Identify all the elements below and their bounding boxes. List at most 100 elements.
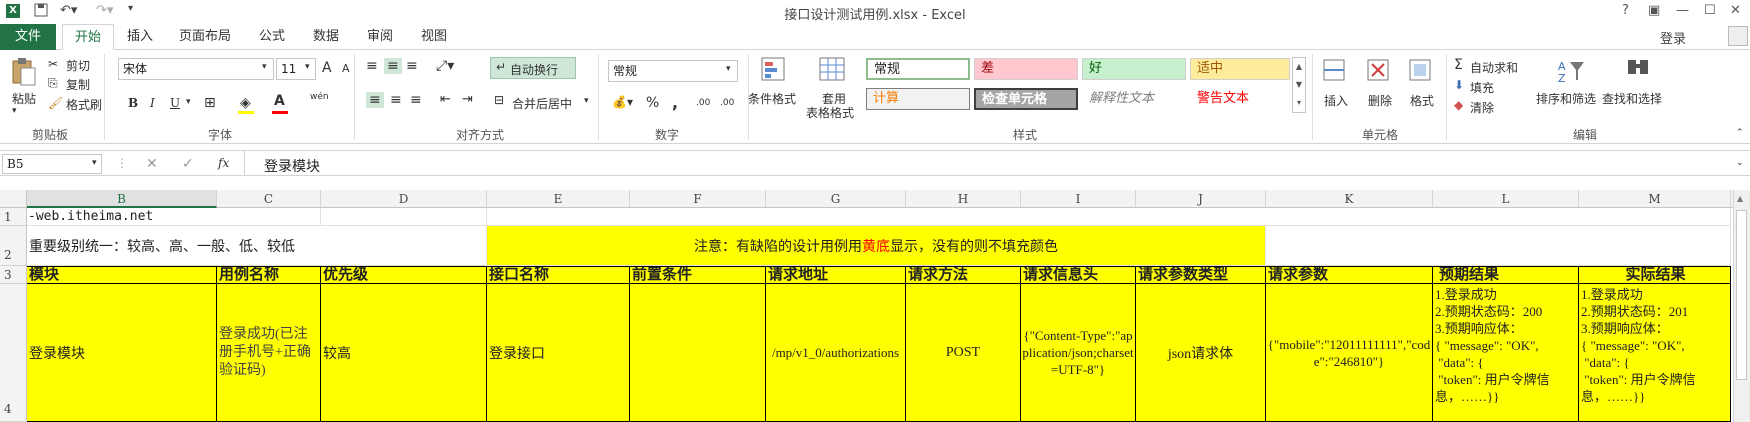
chevron-down-icon[interactable]: ▾: [92, 158, 97, 168]
find-select-button[interactable]: 查找和选择: [1602, 90, 1662, 107]
align-center-icon[interactable]: ≡: [390, 92, 402, 108]
column-header-c[interactable]: C: [217, 190, 321, 208]
cell-precondition[interactable]: [630, 284, 766, 422]
row-header-4[interactable]: 4: [0, 284, 27, 422]
row-2-empty-cells[interactable]: [1266, 226, 1731, 266]
copy-button[interactable]: 复制: [66, 76, 90, 93]
tab-formulas[interactable]: 公式: [250, 24, 294, 50]
align-middle-icon[interactable]: ≡: [384, 58, 402, 74]
row-header-3[interactable]: 3: [0, 266, 27, 284]
cell-request-headers[interactable]: {"Content-Type":"application/json;charse…: [1021, 284, 1136, 422]
cell-b1[interactable]: -web.itheima.net: [27, 208, 217, 226]
border-icon[interactable]: ⊞: [204, 95, 216, 111]
format-cells-icon[interactable]: [1408, 56, 1434, 84]
column-header-j[interactable]: J: [1136, 190, 1266, 208]
column-header-f[interactable]: F: [630, 190, 766, 208]
cell-method[interactable]: POST: [906, 284, 1021, 422]
grow-font-button[interactable]: A: [322, 60, 332, 76]
style-explanatory[interactable]: 解释性文本: [1082, 88, 1186, 110]
expand-formula-icon[interactable]: ⌄: [1736, 158, 1744, 168]
decrease-indent-icon[interactable]: ⇤: [440, 92, 451, 107]
cell-actual[interactable]: 1.登录成功 2.预期状态码：201 3.预期响应体： { "message":…: [1579, 284, 1731, 422]
styles-gallery-scroll[interactable]: ▲ ▼ ▾: [1292, 57, 1306, 113]
name-box[interactable]: B5: [2, 154, 102, 174]
style-bad[interactable]: 差: [974, 58, 1078, 80]
cell-d1[interactable]: [321, 208, 487, 226]
column-header-k[interactable]: K: [1266, 190, 1433, 208]
style-normal[interactable]: 常规: [866, 58, 970, 80]
fill-button[interactable]: 填充: [1470, 79, 1494, 96]
ribbon-display-icon[interactable]: ▣: [1648, 3, 1660, 18]
clear-button[interactable]: 清除: [1470, 99, 1494, 116]
sign-in-link[interactable]: 登录: [1660, 28, 1686, 47]
merge-center-button[interactable]: 合并后居中: [512, 95, 572, 112]
minimize-icon[interactable]: —: [1676, 3, 1689, 18]
column-header-b[interactable]: B: [27, 190, 217, 208]
cancel-icon[interactable]: ✕: [146, 156, 158, 172]
insert-cells-button[interactable]: 插入: [1324, 92, 1348, 109]
font-name-select[interactable]: 宋体: [118, 58, 274, 80]
chevron-down-icon[interactable]: ▾: [584, 96, 589, 106]
header-module[interactable]: 模块: [27, 266, 217, 284]
phonetic-guide-icon[interactable]: wén: [310, 92, 329, 102]
style-check-cell[interactable]: 检查单元格: [974, 88, 1078, 110]
style-neutral[interactable]: 适中: [1190, 58, 1290, 80]
select-all-button[interactable]: [0, 190, 27, 208]
cell-priority[interactable]: 较高: [321, 284, 487, 422]
accounting-format-icon[interactable]: 💰▾: [612, 95, 633, 109]
increase-indent-icon[interactable]: ⇥: [462, 92, 473, 107]
column-header-h[interactable]: H: [906, 190, 1021, 208]
header-url[interactable]: 请求地址: [766, 266, 906, 284]
delete-cells-button[interactable]: 删除: [1368, 92, 1392, 109]
sort-filter-icon[interactable]: AZ: [1556, 56, 1586, 84]
align-left-icon[interactable]: ≡: [366, 92, 384, 108]
cell-params[interactable]: {"mobile":"12011111111","code":"246810"}: [1266, 284, 1433, 422]
paste-button[interactable]: 粘贴: [12, 90, 36, 107]
format-painter-button[interactable]: 格式刷: [66, 96, 102, 113]
autosum-button[interactable]: 自动求和: [1470, 59, 1518, 76]
header-priority[interactable]: 优先级: [321, 266, 487, 284]
insert-cells-icon[interactable]: [1322, 56, 1348, 84]
header-case-name[interactable]: 用例名称: [217, 266, 321, 284]
style-good[interactable]: 好: [1082, 58, 1186, 80]
orientation-icon[interactable]: ⤢▾: [436, 58, 454, 74]
tab-review[interactable]: 审阅: [358, 24, 402, 50]
format-as-table-icon[interactable]: [818, 56, 846, 84]
header-params[interactable]: 请求参数: [1266, 266, 1433, 284]
row-1-empty-cells[interactable]: [487, 208, 1731, 226]
copy-icon[interactable]: ⎘: [48, 76, 58, 91]
conditional-format-button[interactable]: 条件格式: [748, 90, 796, 107]
header-method[interactable]: 请求方法: [906, 266, 1021, 284]
clear-icon[interactable]: ◆: [1454, 98, 1463, 112]
cell-b2[interactable]: 重要级别统一：较高、高、一般、低、较低: [27, 226, 321, 266]
cell-e2-note[interactable]: 注意：有缺陷的设计用例用 黄底 显示，没有的则不填充颜色: [487, 226, 1266, 266]
cut-button[interactable]: 剪切: [66, 57, 90, 74]
tab-view[interactable]: 视图: [412, 24, 456, 50]
tab-insert[interactable]: 插入: [118, 24, 162, 50]
row-header-1[interactable]: 1: [0, 208, 27, 226]
help-button[interactable]: ?: [1622, 3, 1629, 18]
column-header-e[interactable]: E: [487, 190, 630, 208]
format-cells-button[interactable]: 格式: [1410, 92, 1434, 109]
insert-function-button[interactable]: fx: [218, 156, 229, 170]
comma-button[interactable]: ,: [672, 93, 678, 112]
find-select-icon[interactable]: [1624, 56, 1652, 84]
font-color-icon[interactable]: A: [274, 93, 285, 109]
header-expected[interactable]: 预期结果: [1433, 266, 1579, 284]
collapse-ribbon-icon[interactable]: ⌃: [1736, 128, 1744, 138]
style-calculation[interactable]: 计算: [866, 88, 970, 110]
header-precondition[interactable]: 前置条件: [630, 266, 766, 284]
italic-button[interactable]: I: [150, 96, 155, 110]
maximize-icon[interactable]: ☐: [1704, 3, 1716, 18]
header-param-type[interactable]: 请求参数类型: [1136, 266, 1266, 284]
align-top-icon[interactable]: ≡: [366, 58, 378, 74]
percent-button[interactable]: %: [646, 95, 659, 111]
header-request-headers[interactable]: 请求信息头: [1021, 266, 1136, 284]
increase-decimal-button[interactable]: .00: [696, 98, 710, 108]
fill-icon[interactable]: ⬇: [1454, 78, 1464, 92]
bold-button[interactable]: B: [128, 96, 138, 110]
delete-cells-icon[interactable]: [1366, 56, 1392, 84]
chevron-down-icon[interactable]: ▾: [726, 64, 731, 74]
cell-api-name[interactable]: 登录接口: [487, 284, 630, 422]
font-size-select[interactable]: 11: [276, 58, 316, 80]
